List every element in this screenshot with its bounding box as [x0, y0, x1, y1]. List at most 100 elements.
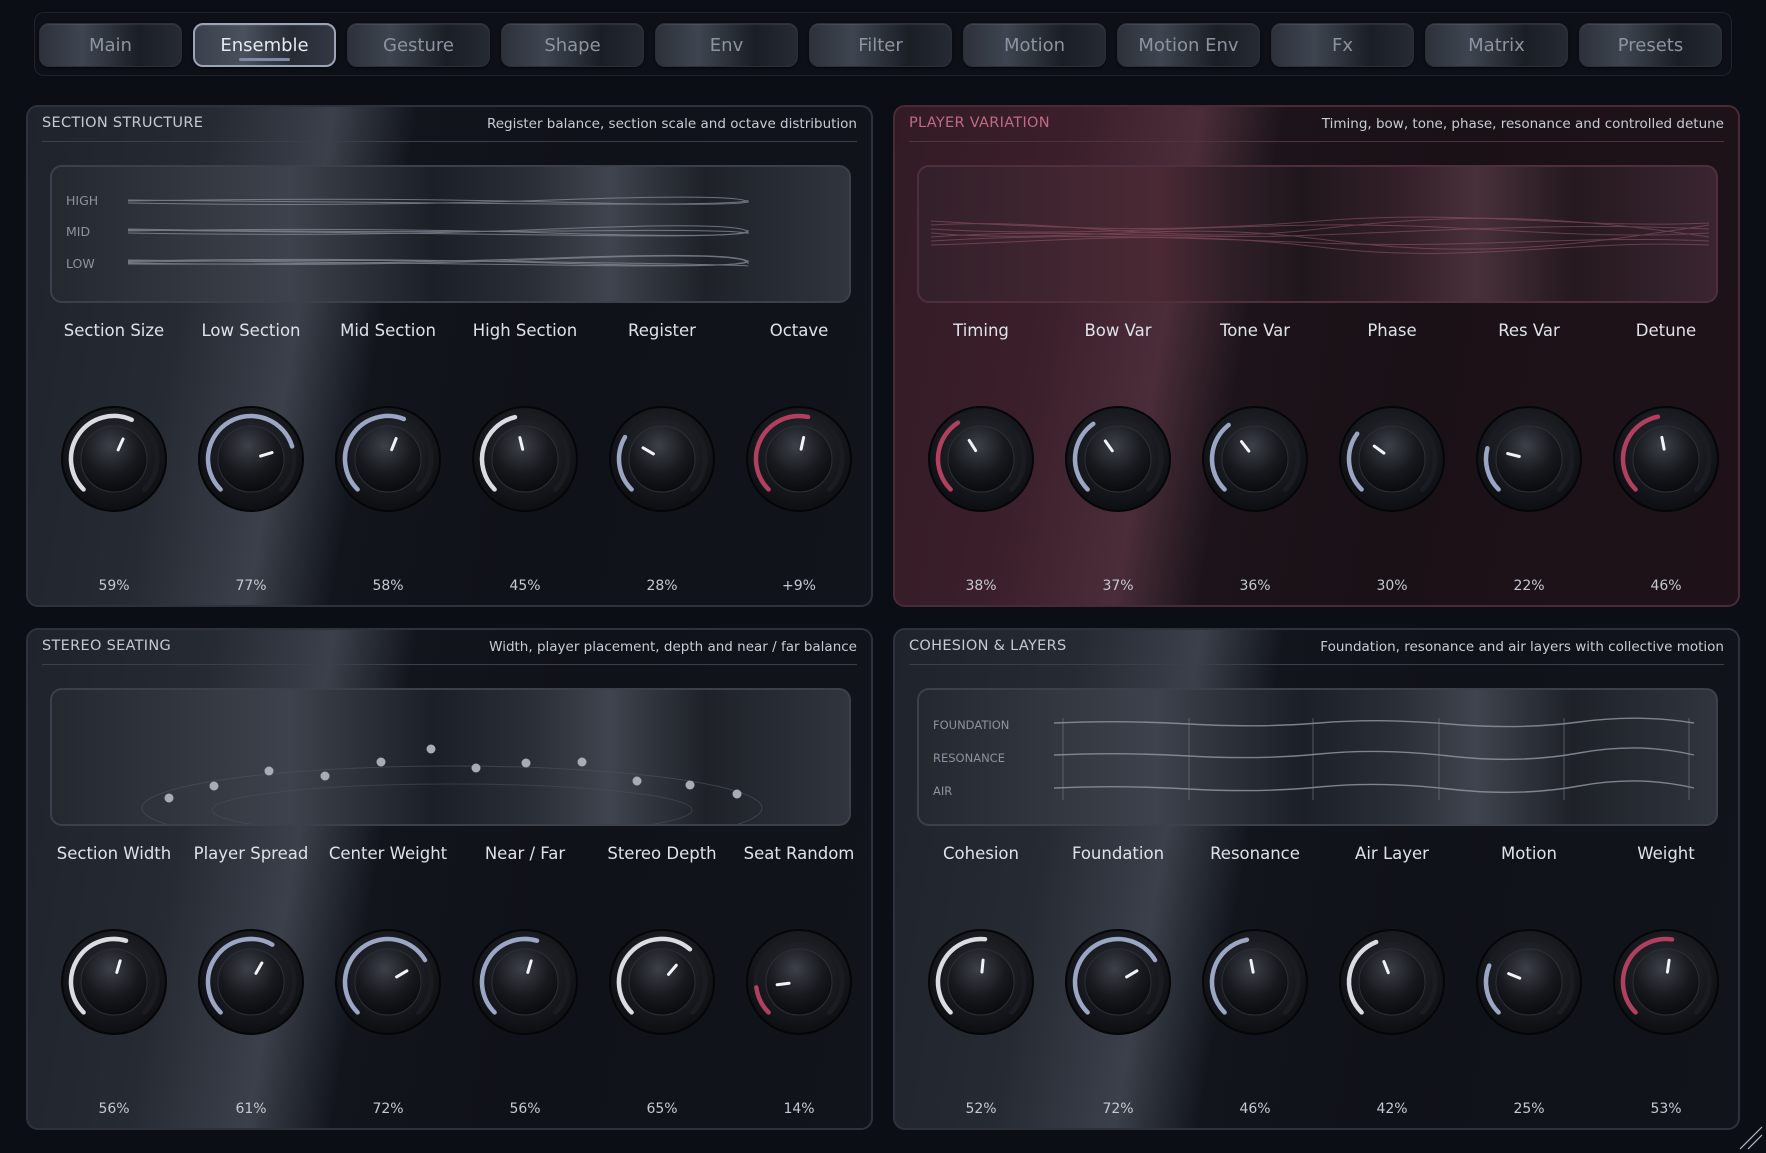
knob-resonance[interactable]: [1201, 928, 1309, 1036]
knob-near-far[interactable]: [471, 928, 579, 1036]
panel-divider: [909, 141, 1724, 142]
knob-label: Phase: [1367, 321, 1417, 340]
panel-player-variation: PLAYER VARIATION Timing, bow, tone, phas…: [893, 105, 1740, 607]
tab-fx[interactable]: Fx: [1271, 23, 1414, 67]
knob-indicator: [775, 981, 791, 987]
knob-octave[interactable]: [745, 405, 853, 513]
knob-label: Res Var: [1498, 321, 1560, 340]
tab-gesture[interactable]: Gesture: [347, 23, 490, 67]
knob-value-readout: 65%: [646, 1101, 678, 1117]
knob-value-readout: 46%: [1239, 1101, 1271, 1117]
panel-cohesion-layers: COHESION & LAYERS Foundation, resonance …: [893, 628, 1740, 1130]
knob-label: Stereo Depth: [607, 844, 717, 863]
variation-waves-visualizer: [917, 165, 1718, 303]
knob-value-readout: 42%: [1376, 1101, 1408, 1117]
viz-label-air: AIR: [933, 784, 952, 798]
panel-divider: [42, 141, 857, 142]
knob-timing[interactable]: [927, 405, 1035, 513]
knob-value-readout: 53%: [1650, 1101, 1682, 1117]
knob-value-readout: 72%: [1102, 1101, 1134, 1117]
resize-grip-icon[interactable]: [1734, 1121, 1764, 1151]
panel-subtitle: Register balance, section scale and octa…: [486, 116, 857, 132]
tab-main[interactable]: Main: [39, 23, 182, 67]
knob-bow-var[interactable]: [1064, 405, 1172, 513]
knob-player-spread[interactable]: [197, 928, 305, 1036]
tab-shape[interactable]: Shape: [501, 23, 644, 67]
knob-value-readout: 45%: [509, 578, 541, 594]
knob-register[interactable]: [608, 405, 716, 513]
tab-motion-env[interactable]: Motion Env: [1117, 23, 1260, 67]
knob-weight[interactable]: [1612, 928, 1720, 1036]
knob-label: Tone Var: [1219, 321, 1291, 340]
knob-value-readout: 36%: [1239, 578, 1271, 594]
knob-value-readout: 56%: [98, 1101, 130, 1117]
panel-subtitle: Width, player placement, depth and near …: [489, 639, 857, 655]
knob-value-readout: 56%: [509, 1101, 541, 1117]
tab-motion[interactable]: Motion: [963, 23, 1106, 67]
knob-center-weight[interactable]: [334, 928, 442, 1036]
tab-presets[interactable]: Presets: [1579, 23, 1722, 67]
knob-label: Motion: [1501, 844, 1557, 863]
knob-foundation[interactable]: [1064, 928, 1172, 1036]
knob-value-readout: 30%: [1376, 578, 1408, 594]
tab-matrix[interactable]: Matrix: [1425, 23, 1568, 67]
knob-detune[interactable]: [1612, 405, 1720, 513]
knob-label: Foundation: [1071, 844, 1165, 863]
knob-value-readout: +9%: [782, 578, 816, 594]
panel-subtitle: Foundation, resonance and air layers wit…: [1320, 639, 1724, 655]
stereo-seating-visualizer: [50, 688, 851, 826]
knob-stereo-depth[interactable]: [608, 928, 716, 1036]
knob-value-readout: 28%: [646, 578, 678, 594]
knob-label: High Section: [472, 321, 578, 340]
knob-motion[interactable]: [1475, 928, 1583, 1036]
knob-label: Bow Var: [1084, 321, 1152, 340]
tab-env[interactable]: Env: [655, 23, 798, 67]
viz-label-low: LOW: [66, 256, 95, 271]
knob-section-width[interactable]: [60, 928, 168, 1036]
knob-label: Register: [628, 321, 696, 340]
tab-filter[interactable]: Filter: [809, 23, 952, 67]
panel-section-structure: SECTION STRUCTURE Register balance, sect…: [26, 105, 873, 607]
knob-mid-section[interactable]: [334, 405, 442, 513]
panel-title: PLAYER VARIATION: [909, 115, 1050, 131]
knob-label: Low Section: [201, 321, 301, 340]
knob-indicator: [980, 958, 985, 974]
knob-label: Resonance: [1210, 844, 1300, 863]
knob-low-section[interactable]: [197, 405, 305, 513]
panel-title: SECTION STRUCTURE: [42, 115, 204, 131]
knob-phase[interactable]: [1338, 405, 1446, 513]
knob-value-readout: 14%: [783, 1101, 815, 1117]
knob-label: Weight: [1637, 844, 1695, 863]
knob-indicator: [1665, 958, 1671, 974]
knob-label: Section Width: [56, 844, 172, 863]
knob-value-readout: 37%: [1102, 578, 1134, 594]
knob-label: Air Layer: [1355, 844, 1429, 863]
panel-divider: [909, 664, 1724, 665]
knob-seat-random[interactable]: [745, 928, 853, 1036]
knob-value-readout: 38%: [965, 578, 997, 594]
panel-title: COHESION & LAYERS: [909, 638, 1067, 654]
knob-value-readout: 61%: [235, 1101, 267, 1117]
tab-ensemble[interactable]: Ensemble: [193, 23, 336, 67]
knob-air-layer[interactable]: [1338, 928, 1446, 1036]
knob-section-size[interactable]: [60, 405, 168, 513]
panel-divider: [42, 664, 857, 665]
knob-label: Cohesion: [943, 844, 1019, 863]
knob-label: Timing: [953, 321, 1009, 340]
knob-value-readout: 59%: [98, 578, 130, 594]
knob-res-var[interactable]: [1475, 405, 1583, 513]
panel-stereo-seating: STEREO SEATING Width, player placement, …: [26, 628, 873, 1130]
knob-label: Section Size: [63, 321, 165, 340]
knob-value-readout: 25%: [1513, 1101, 1545, 1117]
knob-tone-var[interactable]: [1201, 405, 1309, 513]
knob-value-readout: 77%: [235, 578, 267, 594]
knob-value-readout: 72%: [372, 1101, 404, 1117]
knob-value-readout: 46%: [1650, 578, 1682, 594]
register-lines-visualizer: HIGH MID LOW: [50, 165, 851, 303]
knob-label: Mid Section: [340, 321, 436, 340]
panel-subtitle: Timing, bow, tone, phase, resonance and …: [1321, 116, 1724, 132]
knob-cohesion[interactable]: [927, 928, 1035, 1036]
knob-high-section[interactable]: [471, 405, 579, 513]
viz-label-foundation: FOUNDATION: [933, 718, 1009, 732]
player-seat-dots: [164, 744, 742, 803]
